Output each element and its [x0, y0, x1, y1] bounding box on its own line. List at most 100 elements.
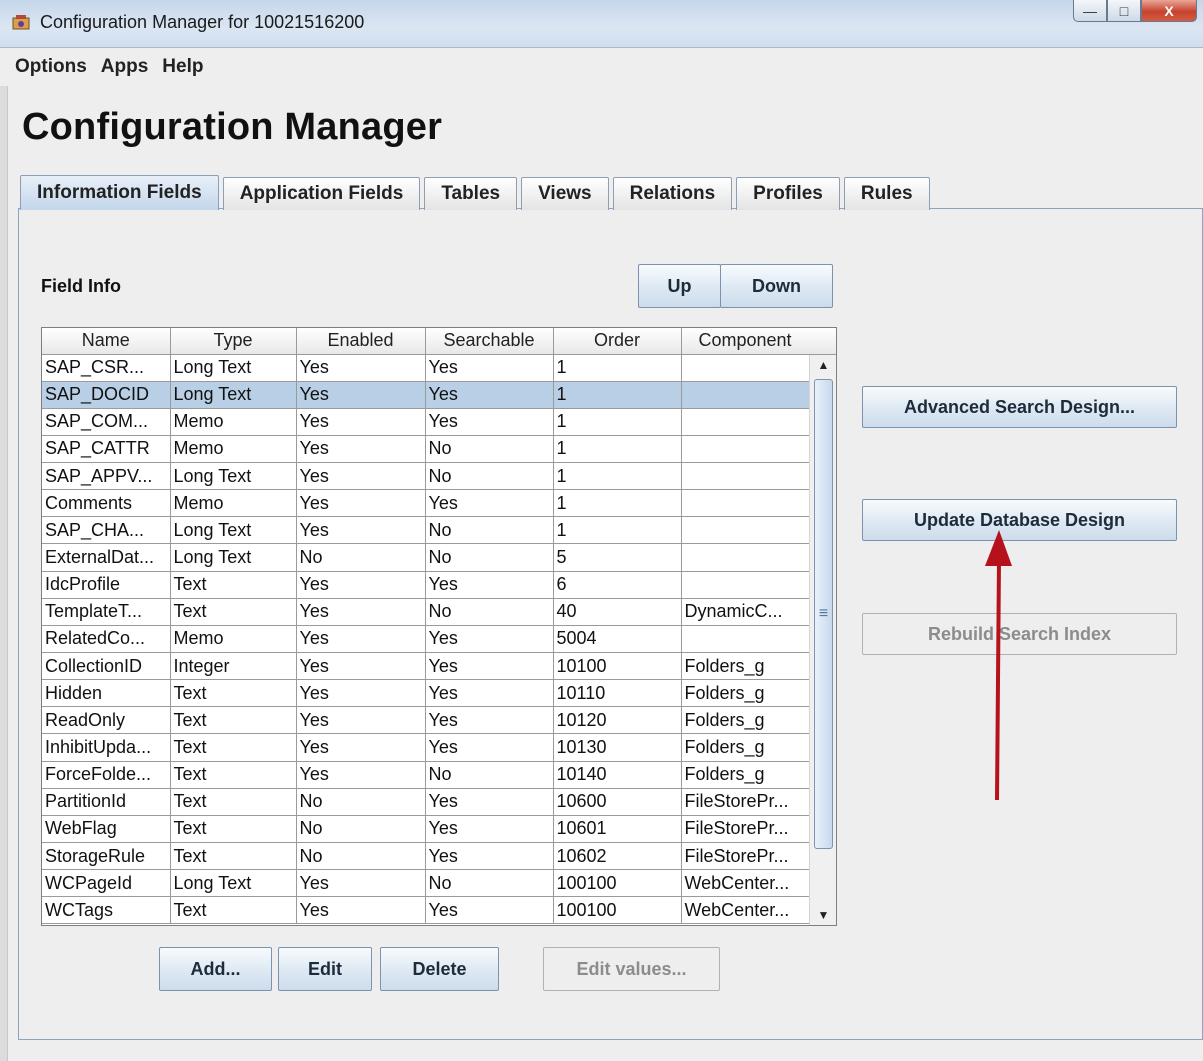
table-row[interactable]: SAP_CATTR Memo Yes No 1 — [42, 435, 810, 464]
cell-type: Long Text — [170, 869, 297, 898]
cell-enabled: Yes — [296, 408, 426, 436]
tab-rules[interactable]: Rules — [843, 177, 930, 210]
cell-type: Text — [170, 598, 297, 626]
table-row[interactable]: ForceFolde... Text Yes No 10140 Folders_g — [42, 761, 810, 789]
cell-searchable: Yes — [425, 896, 554, 925]
update-database-design-button[interactable]: Update Database Design — [862, 499, 1177, 541]
cell-searchable: Yes — [425, 842, 554, 871]
cell-name: SAP_CSR... — [42, 354, 171, 382]
column-header-component[interactable]: Component — [681, 328, 810, 355]
cell-type: Text — [170, 896, 297, 925]
page-title: Configuration Manager — [22, 106, 443, 148]
column-header-name[interactable]: Name — [42, 328, 171, 355]
close-button[interactable]: X — [1141, 0, 1197, 22]
table-row[interactable]: Comments Memo Yes Yes 1 — [42, 489, 810, 518]
cell-searchable: Yes — [425, 733, 554, 762]
cell-component — [681, 543, 810, 572]
table-row[interactable]: IdcProfile Text Yes Yes 6 — [42, 571, 810, 599]
cell-enabled: Yes — [296, 733, 426, 762]
table-row[interactable]: InhibitUpda... Text Yes Yes 10130 Folders_g — [42, 733, 810, 762]
edit-button[interactable]: Edit — [278, 947, 372, 991]
cell-component: Folders_g — [681, 652, 810, 681]
tab-relations[interactable]: Relations — [612, 177, 733, 210]
cell-type: Integer — [170, 652, 297, 681]
cell-order: 1 — [553, 408, 682, 436]
table-row[interactable]: CollectionID Integer Yes Yes 10100 Folders_g — [42, 652, 810, 681]
table-row[interactable]: ReadOnly Text Yes Yes 10120 Folders_g — [42, 706, 810, 735]
cell-type: Long Text — [170, 462, 297, 491]
cell-name: SAP_DOCID — [42, 381, 171, 409]
tab-application-fields[interactable]: Application Fields — [222, 177, 421, 210]
scroll-down-arrow-icon[interactable]: ▼ — [810, 905, 837, 925]
cell-searchable: No — [425, 516, 554, 545]
cell-name: TemplateT... — [42, 598, 171, 626]
cell-enabled: Yes — [296, 652, 426, 681]
cell-component: FileStorePr... — [681, 788, 810, 816]
tab-profiles[interactable]: Profiles — [736, 177, 840, 210]
column-header-type[interactable]: Type — [170, 328, 297, 355]
cell-order: 10601 — [553, 815, 682, 844]
down-button[interactable]: Down — [720, 264, 833, 308]
table-row[interactable]: PartitionId Text No Yes 10600 FileStorePr... — [42, 788, 810, 816]
table-row[interactable]: SAP_DOCID Long Text Yes Yes 1 — [42, 381, 810, 409]
app-icon — [12, 15, 30, 30]
advanced-search-design-button[interactable]: Advanced Search Design... — [862, 386, 1177, 428]
cell-enabled: Yes — [296, 489, 426, 518]
menu-options[interactable]: Options — [15, 56, 87, 78]
column-header-order[interactable]: Order — [553, 328, 682, 355]
column-header-enabled[interactable]: Enabled — [296, 328, 426, 355]
cell-name: WCTags — [42, 896, 171, 925]
cell-type: Text — [170, 679, 297, 708]
cell-enabled: Yes — [296, 625, 426, 654]
maximize-button[interactable]: □ — [1107, 0, 1141, 22]
minimize-button[interactable]: — — [1073, 0, 1107, 22]
cell-order: 1 — [553, 489, 682, 518]
cell-order: 10602 — [553, 842, 682, 871]
table-row[interactable]: ExternalDat... Long Text No No 5 — [42, 543, 810, 572]
tab-information-fields[interactable]: Information Fields — [20, 175, 219, 210]
cell-order: 10120 — [553, 706, 682, 735]
tab-tables[interactable]: Tables — [424, 177, 518, 210]
add-button[interactable]: Add... — [159, 947, 272, 991]
cell-component — [681, 625, 810, 654]
cell-name: SAP_APPV... — [42, 462, 171, 491]
cell-enabled: Yes — [296, 761, 426, 789]
cell-name: RelatedCo... — [42, 625, 171, 654]
edit-values-button[interactable]: Edit values... — [543, 947, 720, 991]
menu-apps[interactable]: Apps — [101, 56, 149, 78]
cell-searchable: No — [425, 462, 554, 491]
delete-button[interactable]: Delete — [380, 947, 499, 991]
tab-views[interactable]: Views — [521, 177, 609, 210]
scroll-up-arrow-icon[interactable]: ▲ — [810, 355, 837, 375]
cell-order: 100100 — [553, 896, 682, 925]
table-row[interactable]: WebFlag Text No Yes 10601 FileStorePr... — [42, 815, 810, 844]
rebuild-search-index-button[interactable]: Rebuild Search Index — [862, 613, 1177, 655]
table-row[interactable]: TemplateT... Text Yes No 40 DynamicC... — [42, 598, 810, 626]
cell-type: Text — [170, 815, 297, 844]
scroll-thumb[interactable]: ≡ — [814, 379, 833, 849]
up-button[interactable]: Up — [638, 264, 721, 308]
cell-order: 10100 — [553, 652, 682, 681]
table-row[interactable]: SAP_APPV... Long Text Yes No 1 — [42, 462, 810, 491]
table-row[interactable]: RelatedCo... Memo Yes Yes 5004 — [42, 625, 810, 654]
table-row[interactable]: SAP_CHA... Long Text Yes No 1 — [42, 516, 810, 545]
table-row[interactable]: WCTags Text Yes Yes 100100 WebCenter... — [42, 896, 810, 925]
cell-component: FileStorePr... — [681, 815, 810, 844]
column-header-searchable[interactable]: Searchable — [425, 328, 554, 355]
cell-order: 40 — [553, 598, 682, 626]
cell-component — [681, 462, 810, 491]
cell-component — [681, 435, 810, 464]
cell-name: IdcProfile — [42, 571, 171, 599]
cell-type: Text — [170, 842, 297, 871]
table-row[interactable]: SAP_CSR... Long Text Yes Yes 1 — [42, 354, 810, 382]
table-row[interactable]: WCPageId Long Text Yes No 100100 WebCenter... — [42, 869, 810, 898]
table-row[interactable]: SAP_COM... Memo Yes Yes 1 — [42, 408, 810, 436]
table-row[interactable]: StorageRule Text No Yes 10602 FileStorePr... — [42, 842, 810, 871]
cell-enabled: No — [296, 842, 426, 871]
table-row[interactable]: Hidden Text Yes Yes 10110 Folders_g — [42, 679, 810, 708]
table-header-row: Name Type Enabled Searchable Order Compo… — [42, 328, 810, 355]
menu-help[interactable]: Help — [162, 56, 203, 78]
field-info-table: Name Type Enabled Searchable Order Compo… — [41, 327, 837, 926]
table-vertical-scrollbar[interactable]: ▲ ≡ ▼ — [809, 355, 836, 925]
field-info-label: Field Info — [41, 276, 121, 296]
